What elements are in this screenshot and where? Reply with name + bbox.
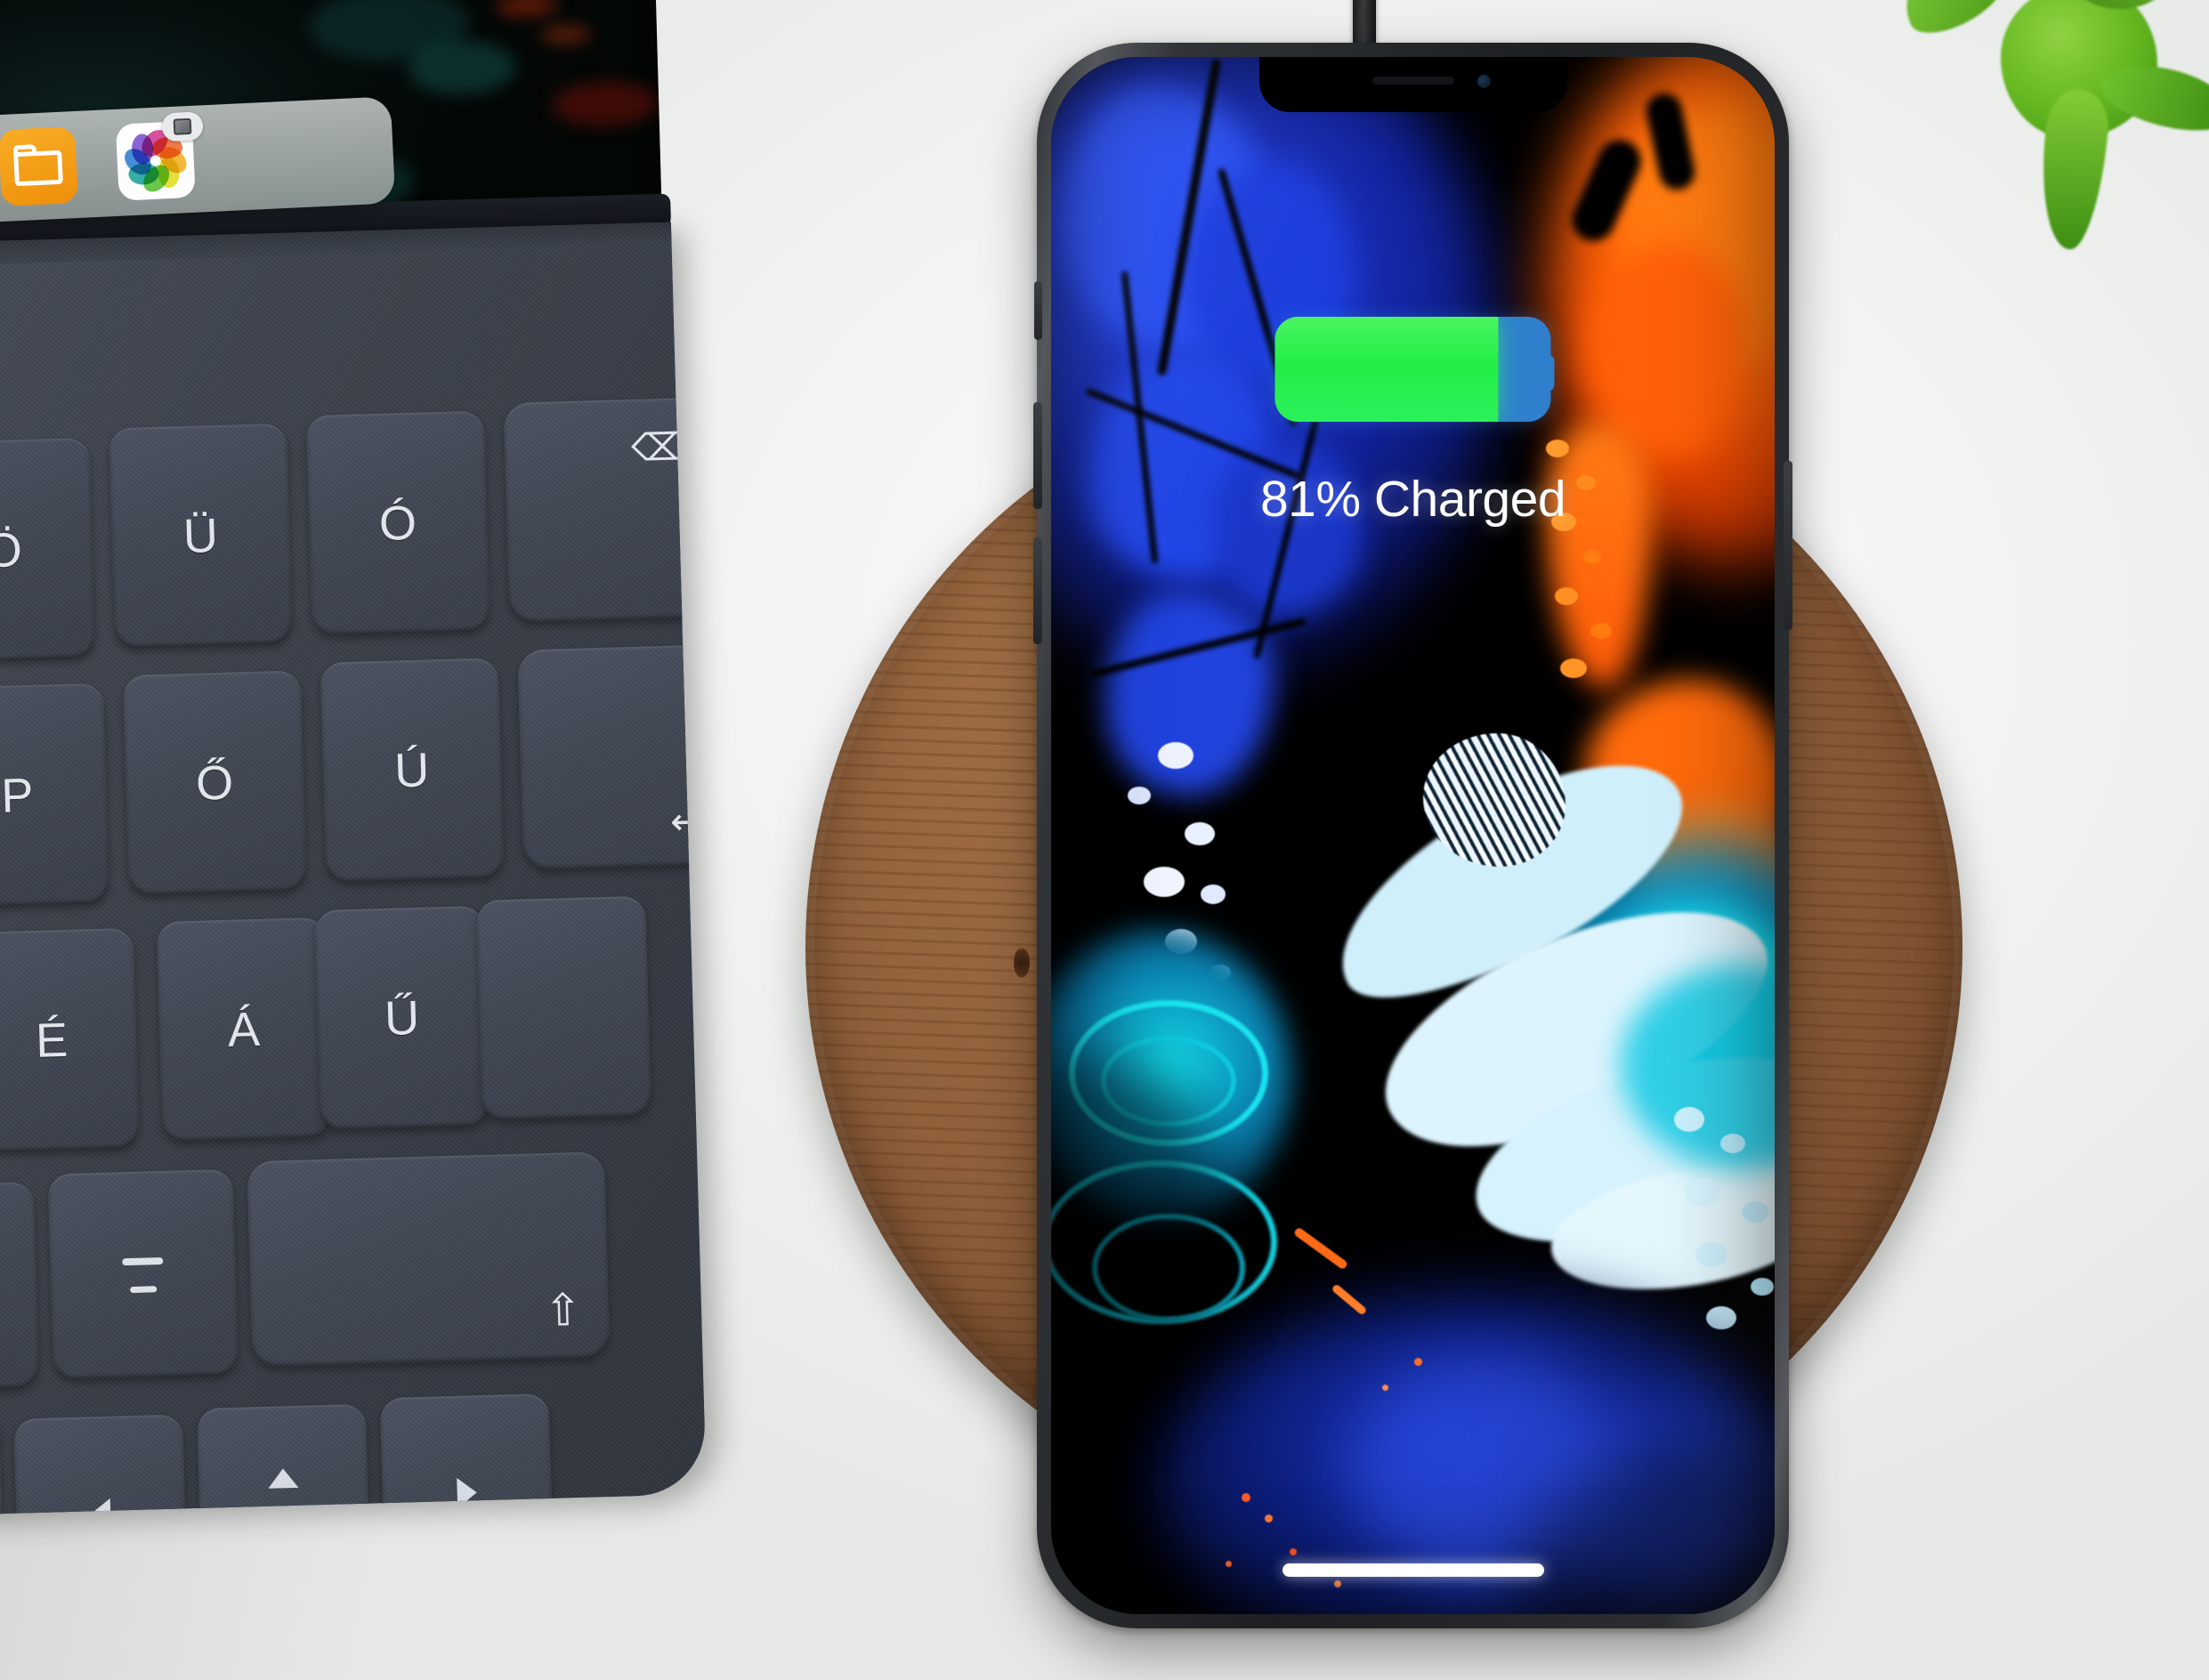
smart-keyboard[interactable]: Ö Ü Ó ⌫ P Ő Ú ↵ É Á Ű ⇧ — [0, 222, 707, 1517]
dash-icon — [122, 1256, 164, 1293]
shift-icon: ⇧ — [543, 1284, 583, 1337]
key-label: Ó — [378, 496, 418, 551]
key-arrow-up-down[interactable] — [196, 1403, 373, 1517]
key-u-double-acute[interactable]: Ű — [314, 905, 490, 1132]
key-return[interactable]: ↵ — [517, 644, 707, 871]
key-u-umlaut[interactable]: Ü — [109, 423, 294, 650]
folder-icon — [13, 149, 63, 187]
charging-indicator: 81% Charged — [1260, 317, 1566, 529]
battery-nub-icon — [1539, 354, 1554, 392]
home-indicator[interactable] — [1282, 1563, 1544, 1577]
key-o-double-acute[interactable]: Ő — [122, 670, 307, 896]
key-label: P — [0, 768, 35, 823]
ipad-with-smart-keyboard: Ö Ü Ó ⌫ P Ő Ú ↵ É Á Ű ⇧ — [0, 0, 769, 1523]
arrow-up-icon — [267, 1467, 299, 1489]
side-power-button[interactable] — [1784, 461, 1792, 630]
dock-icon-photos-app[interactable] — [115, 111, 204, 201]
key-arrow-right[interactable] — [379, 1393, 554, 1517]
earpiece-speaker-icon — [1372, 77, 1454, 85]
screenshot-thumbnail-badge[interactable] — [161, 111, 204, 142]
key-arrow-left[interactable] — [13, 1414, 189, 1517]
key-label: Ú — [393, 743, 431, 798]
key-e-acute[interactable]: É — [0, 927, 140, 1153]
key-label: Á — [226, 1002, 262, 1057]
arrow-left-icon — [90, 1498, 111, 1517]
battery-status-text: 81% Charged — [1259, 471, 1566, 528]
key-o-umlaut[interactable]: Ö — [0, 437, 96, 664]
key-row3-extra[interactable] — [476, 895, 651, 1121]
key-o-acute[interactable]: Ó — [305, 410, 490, 637]
key-a-acute[interactable]: Á — [156, 917, 332, 1143]
key-label: Ő — [195, 755, 235, 811]
key-shift[interactable]: ⇧ — [247, 1151, 611, 1369]
key-underscore-hyphen[interactable] — [47, 1168, 239, 1381]
backspace-icon: ⌫ — [630, 425, 685, 469]
volume-down-button[interactable] — [1033, 537, 1042, 644]
silent-switch[interactable] — [1034, 281, 1042, 340]
key-option[interactable]: option — [0, 1412, 5, 1517]
key-label: Ü — [182, 508, 220, 564]
notch — [1258, 57, 1567, 112]
volume-up-button[interactable] — [1033, 402, 1042, 509]
iphone-device[interactable]: 81% Charged — [1033, 43, 1792, 1628]
return-icon: ↵ — [669, 799, 703, 843]
key-label: Ű — [384, 990, 421, 1046]
front-camera-icon — [1477, 75, 1491, 88]
arrow-right-icon — [457, 1477, 478, 1508]
lockscreen-wallpaper — [1051, 57, 1775, 1614]
battery-fill — [1274, 317, 1499, 422]
key-colon-semicolon[interactable] — [0, 1182, 40, 1393]
plant — [1889, 0, 2209, 267]
dock-icon-files-app[interactable] — [0, 126, 78, 206]
key-p[interactable]: P — [0, 682, 110, 909]
key-u-acute[interactable]: Ú — [320, 658, 505, 884]
battery-icon — [1274, 317, 1551, 422]
key-label: É — [35, 1013, 69, 1068]
key-label: Ö — [0, 523, 24, 578]
iphone-screen[interactable]: 81% Charged — [1051, 57, 1775, 1614]
key-backspace[interactable]: ⌫ — [503, 397, 707, 624]
